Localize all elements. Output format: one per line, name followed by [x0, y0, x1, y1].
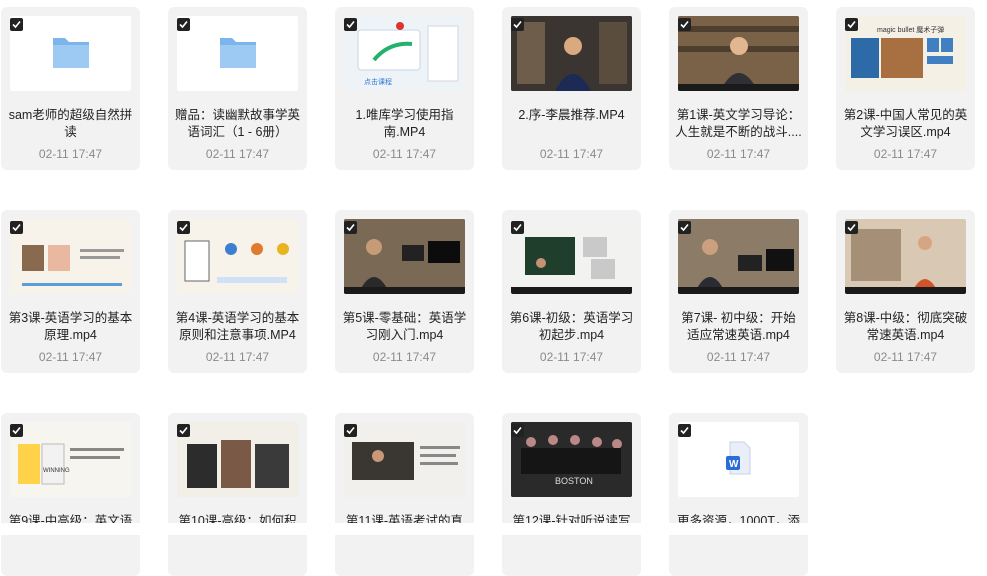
checkbox-checked-icon[interactable]	[344, 221, 357, 234]
file-card[interactable]: 第5课-零基础：英语学习刚入门.mp4 02-11 17:47	[335, 210, 474, 373]
file-name[interactable]: 第8课-中级：彻底突破常速英语.mp4	[842, 310, 969, 344]
file-date: 02-11 17:47	[372, 350, 437, 364]
video-thumbnail	[678, 219, 799, 294]
checkbox-checked-icon[interactable]	[678, 18, 691, 31]
thumbnail-caption: WINNING	[43, 468, 70, 474]
checkbox-checked-icon[interactable]	[344, 18, 357, 31]
file-card[interactable]: W 更多资源，1000T，添	[669, 413, 808, 576]
file-name[interactable]: 1.唯库学习使用指南.MP4	[341, 107, 468, 141]
checkbox-checked-icon[interactable]	[344, 424, 357, 437]
video-thumbnail	[845, 219, 966, 294]
file-name[interactable]: 第4课-英语学习的基本原则和注意事项.MP4	[174, 310, 301, 344]
file-date: 02-11 17:47	[372, 147, 437, 161]
file-date: 02-11 17:47	[205, 350, 270, 364]
file-card[interactable]: 赠品：读幽默故事学英语词汇（1 - 6册） 02-11 17:47	[168, 7, 307, 170]
file-card[interactable]: 2.序-李晨推荐.MP4 02-11 17:47	[502, 7, 641, 170]
file-name[interactable]: 第2课-中国人常见的英文学习误区.mp4	[842, 107, 969, 141]
folder-icon	[53, 38, 89, 68]
thumbnail-caption: BOSTON	[555, 476, 593, 486]
file-card[interactable]: 第8课-中级：彻底突破常速英语.mp4 02-11 17:47	[836, 210, 975, 373]
checkbox-checked-icon[interactable]	[177, 424, 190, 437]
file-name[interactable]: 第1课-英文学习导论：人生就是不断的战斗....	[675, 107, 802, 141]
file-card[interactable]: BOSTON 第12课-针对听说读写	[502, 413, 641, 576]
file-date: 02-11 17:47	[205, 147, 270, 161]
video-thumbnail: magic bullet 魔术子弹	[845, 16, 966, 91]
file-card[interactable]: 点击课程 1.唯库学习使用指南.MP4 02-11 17:47	[335, 7, 474, 170]
file-card[interactable]: 第7课- 初中级：开始适应常速英语.mp4 02-11 17:47	[669, 210, 808, 373]
video-thumbnail	[678, 16, 799, 91]
file-card[interactable]: 第1课-英文学习导论：人生就是不断的战斗.... 02-11 17:47	[669, 7, 808, 170]
video-thumbnail: WINNING	[10, 422, 131, 497]
video-thumbnail	[344, 219, 465, 294]
folder-icon	[220, 38, 256, 68]
file-name[interactable]: 2.序-李晨推荐.MP4	[508, 107, 635, 124]
checkbox-checked-icon[interactable]	[177, 18, 190, 31]
file-card[interactable]: magic bullet 魔术子弹 第2课-中国人常见的英文学习误区.mp4 0…	[836, 7, 975, 170]
folder-thumbnail	[10, 16, 131, 91]
word-letter: W	[729, 459, 739, 470]
checkbox-checked-icon[interactable]	[678, 221, 691, 234]
file-date: 02-11 17:47	[706, 147, 771, 161]
checkbox-checked-icon[interactable]	[845, 18, 858, 31]
video-thumbnail	[511, 16, 632, 91]
checkbox-checked-icon[interactable]	[10, 18, 23, 31]
file-name[interactable]: 第7课- 初中级：开始适应常速英语.mp4	[675, 310, 802, 344]
file-card[interactable]: sam老师的超级自然拼读 02-11 17:47	[1, 7, 140, 170]
folder-thumbnail	[177, 16, 298, 91]
checkbox-checked-icon[interactable]	[511, 424, 524, 437]
thumbnail-caption: magic bullet 魔术子弹	[877, 25, 944, 34]
video-thumbnail	[10, 219, 131, 294]
checkbox-checked-icon[interactable]	[511, 221, 524, 234]
file-name[interactable]: 第6课-初级：英语学习初起步.mp4	[508, 310, 635, 344]
video-thumbnail	[177, 422, 298, 497]
file-date: 02-11 17:47	[873, 147, 938, 161]
video-thumbnail	[177, 219, 298, 294]
file-card[interactable]: 第4课-英语学习的基本原则和注意事项.MP4 02-11 17:47	[168, 210, 307, 373]
file-card[interactable]: 第10课-高级：如何积	[168, 413, 307, 576]
word-icon: W	[726, 441, 751, 475]
file-name[interactable]: 第5课-零基础：英语学习刚入门.mp4	[341, 310, 468, 344]
svg-text:点击课程: 点击课程	[364, 77, 392, 86]
file-date: 02-11 17:47	[706, 350, 771, 364]
file-date: 02-11 17:47	[539, 350, 604, 364]
checkbox-checked-icon[interactable]	[511, 18, 524, 31]
file-card[interactable]: WINNING 第9课-中高级：英文语	[1, 413, 140, 576]
file-name[interactable]: sam老师的超级自然拼读	[7, 107, 134, 141]
video-thumbnail	[511, 219, 632, 294]
checkbox-checked-icon[interactable]	[10, 424, 23, 437]
file-name[interactable]: 第3课-英语学习的基本原理.mp4	[7, 310, 134, 344]
video-thumbnail: 点击课程	[344, 16, 465, 91]
checkbox-checked-icon[interactable]	[845, 221, 858, 234]
file-date: 02-11 17:47	[38, 350, 103, 364]
document-thumbnail: W	[678, 422, 799, 497]
file-date: 02-11 17:47	[38, 147, 103, 161]
viewport-bottom-edge	[0, 523, 987, 535]
file-grid: sam老师的超级自然拼读 02-11 17:47 赠品：读幽默故事学英语词汇（1…	[0, 0, 987, 576]
checkbox-checked-icon[interactable]	[177, 221, 190, 234]
video-thumbnail: BOSTON	[511, 422, 632, 497]
file-name[interactable]: 赠品：读幽默故事学英语词汇（1 - 6册）	[174, 107, 301, 141]
file-date: 02-11 17:47	[873, 350, 938, 364]
file-card[interactable]: 第6课-初级：英语学习初起步.mp4 02-11 17:47	[502, 210, 641, 373]
video-thumbnail	[344, 422, 465, 497]
file-card[interactable]: 第11课-英语考试的真	[335, 413, 474, 576]
checkbox-checked-icon[interactable]	[678, 424, 691, 437]
file-card[interactable]: 第3课-英语学习的基本原理.mp4 02-11 17:47	[1, 210, 140, 373]
checkbox-checked-icon[interactable]	[10, 221, 23, 234]
file-date: 02-11 17:47	[539, 147, 604, 161]
